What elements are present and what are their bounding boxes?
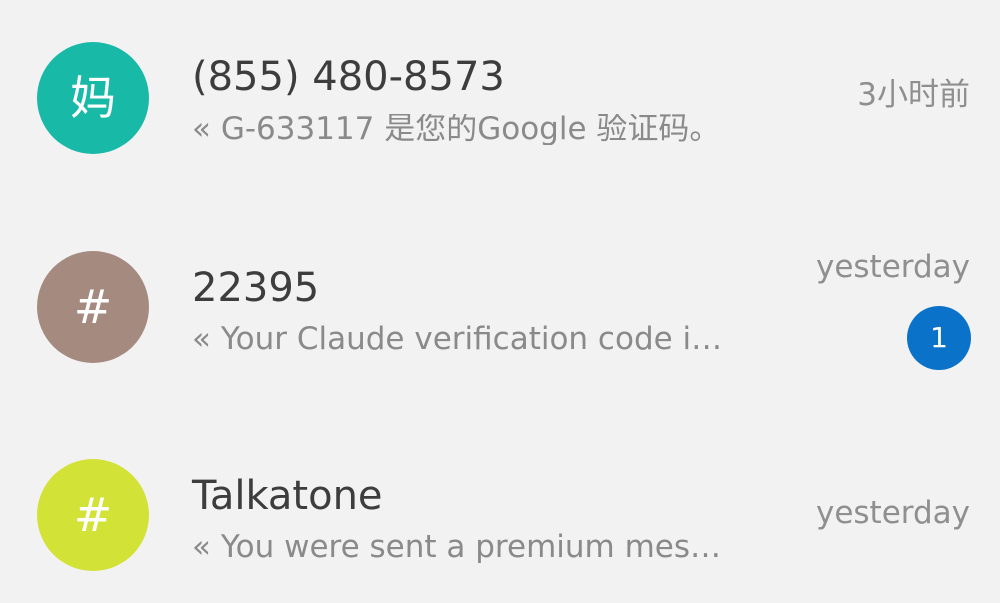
conversation-row[interactable]: # 22395 « Your Claude verification code … <box>0 208 1000 398</box>
contact-avatar: # <box>37 459 149 571</box>
conversation-row[interactable]: 妈 (855) 480-8573 « G-633117 是您的Google 验证… <box>0 0 1000 190</box>
contact-name: Talkatone <box>192 473 383 519</box>
message-preview: « G-633117 是您的Google 验证码。 <box>192 114 721 145</box>
message-preview: « You were sent a premium mes… <box>192 532 721 563</box>
avatar-initial: # <box>73 488 113 542</box>
contact-avatar: # <box>37 251 149 363</box>
avatar-initial: 妈 <box>70 71 116 125</box>
unread-count-badge: 1 <box>907 306 971 370</box>
message-preview: « Your Claude verification code i… <box>192 324 723 355</box>
message-timestamp: yesterday <box>815 495 970 531</box>
contact-name: (855) 480-8573 <box>192 54 505 100</box>
contact-name: 22395 <box>192 265 320 311</box>
contact-avatar: 妈 <box>37 42 149 154</box>
conversation-row[interactable]: # Talkatone « You were sent a premium me… <box>0 416 1000 603</box>
unread-count: 1 <box>930 321 948 354</box>
message-timestamp: yesterday <box>815 249 970 285</box>
conversation-list: 妈 (855) 480-8573 « G-633117 是您的Google 验证… <box>0 0 1000 603</box>
message-timestamp: 3小时前 <box>857 77 970 113</box>
avatar-initial: # <box>73 280 113 334</box>
